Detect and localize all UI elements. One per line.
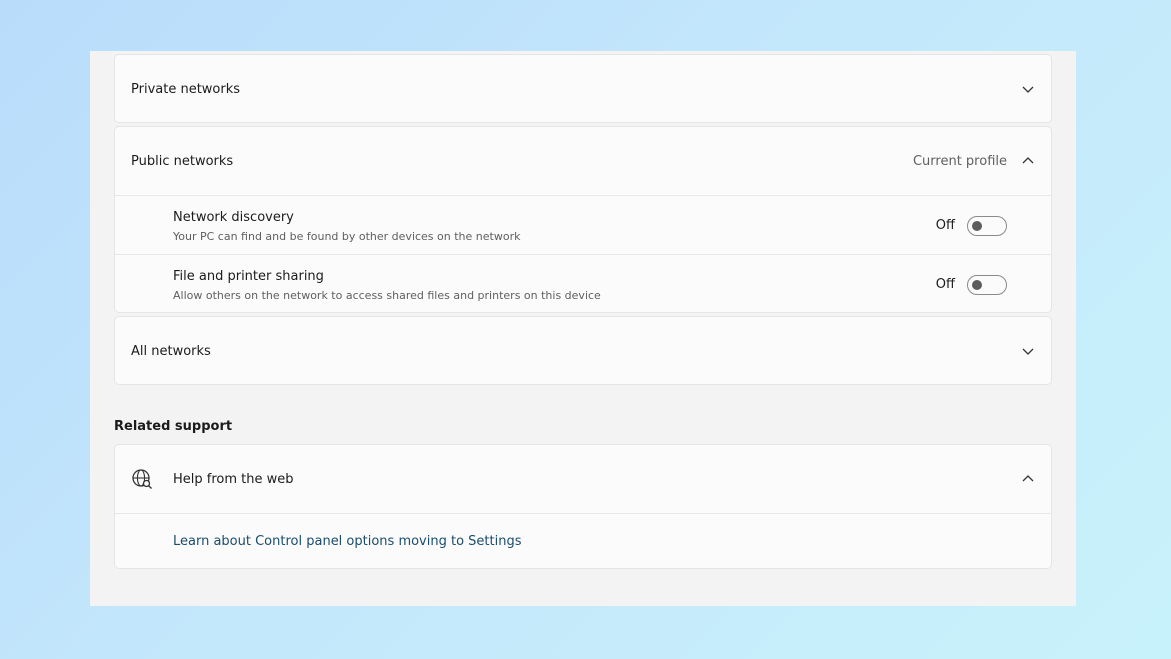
globe-search-icon [132,469,152,489]
file-printer-sharing-title: File and printer sharing [173,269,324,284]
private-networks-card[interactable]: Private networks [114,54,1052,123]
private-networks-label: Private networks [131,82,241,97]
help-from-web-header[interactable]: Help from the web [115,445,1051,513]
all-networks-card[interactable]: All networks [114,316,1052,385]
public-networks-header[interactable]: Public networks Current profile [115,127,1051,195]
toggle-knob [972,221,982,231]
file-printer-sharing-toggle[interactable] [967,275,1007,295]
public-networks-card: Public networks Current profile Network … [114,126,1052,313]
file-printer-sharing-state: Off [935,277,955,292]
control-panel-settings-link[interactable]: Learn about Control panel options moving… [173,534,522,549]
chevron-down-icon[interactable] [1021,344,1035,358]
network-discovery-row: Network discovery Your PC can find and b… [115,196,1051,254]
help-from-web-label: Help from the web [173,472,294,487]
chevron-down-icon[interactable] [1021,82,1035,96]
network-discovery-toggle[interactable] [967,216,1007,236]
public-networks-label: Public networks [131,154,234,169]
divider [115,513,1051,514]
all-networks-label: All networks [131,344,211,359]
settings-window: Private networks Public networks Current… [90,51,1076,606]
current-profile-badge: Current profile [912,154,1007,169]
chevron-up-icon[interactable] [1021,154,1035,168]
network-discovery-title: Network discovery [173,210,294,225]
related-support-heading: Related support [114,419,233,434]
chevron-up-icon[interactable] [1021,472,1035,486]
toggle-knob [972,280,982,290]
help-from-web-card: Help from the web Learn about Control pa… [114,444,1052,569]
network-discovery-state: Off [935,218,955,233]
network-discovery-description: Your PC can find and be found by other d… [173,230,521,243]
file-printer-sharing-row: File and printer sharing Allow others on… [115,255,1051,313]
file-printer-sharing-description: Allow others on the network to access sh… [173,289,601,302]
